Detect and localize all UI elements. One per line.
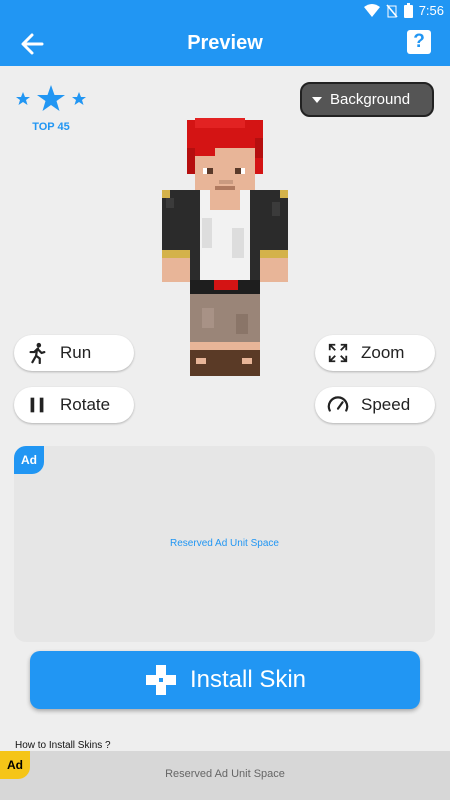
star-icon	[16, 92, 30, 105]
app-bar: Preview ?	[0, 24, 450, 66]
running-person-icon	[29, 342, 46, 364]
rating-stars	[16, 85, 86, 111]
signal-off-icon	[386, 3, 398, 18]
rank-label: TOP 45	[32, 121, 70, 133]
speedometer-icon	[327, 396, 349, 412]
star-icon	[37, 85, 65, 111]
speed-label: Speed	[361, 395, 411, 414]
help-icon[interactable]: ?	[407, 30, 431, 54]
how-to-install-link[interactable]: How to Install Skins ?	[15, 740, 111, 751]
page-title: Preview	[187, 32, 263, 54]
run-label: Run	[60, 343, 92, 362]
install-skin-button[interactable]: Install Skin	[30, 651, 420, 709]
background-button[interactable]: Background	[300, 82, 434, 117]
zoom-button[interactable]: Zoom	[315, 335, 435, 371]
ad-panel[interactable]: Ad Reserved Ad Unit Space	[14, 446, 435, 642]
status-bar: 7:56	[0, 0, 450, 24]
ad-placeholder-text: Reserved Ad Unit Space	[170, 538, 279, 549]
wifi-icon	[363, 3, 380, 17]
background-button-label: Background	[330, 91, 411, 108]
caret-down-icon	[312, 96, 322, 103]
battery-icon	[403, 3, 413, 18]
zoom-label: Zoom	[361, 343, 405, 362]
speed-button[interactable]: Speed	[315, 387, 435, 423]
install-skin-label: Install Skin	[189, 666, 307, 693]
pause-icon	[30, 397, 44, 413]
run-button[interactable]: Run	[14, 335, 134, 371]
skin-preview[interactable]	[162, 118, 288, 378]
status-time: 7:56	[418, 3, 444, 18]
ad-badge: Ad	[14, 446, 44, 474]
gamepad-cross-icon	[145, 665, 176, 695]
zoom-expand-icon	[328, 343, 348, 363]
rotate-button[interactable]: Rotate	[14, 387, 134, 423]
star-icon	[72, 92, 86, 105]
bottom-ad-placeholder-text: Reserved Ad Unit Space	[165, 768, 285, 780]
bottom-ad-banner[interactable]: Ad Reserved Ad Unit Space	[0, 751, 450, 800]
rotate-label: Rotate	[60, 395, 111, 414]
